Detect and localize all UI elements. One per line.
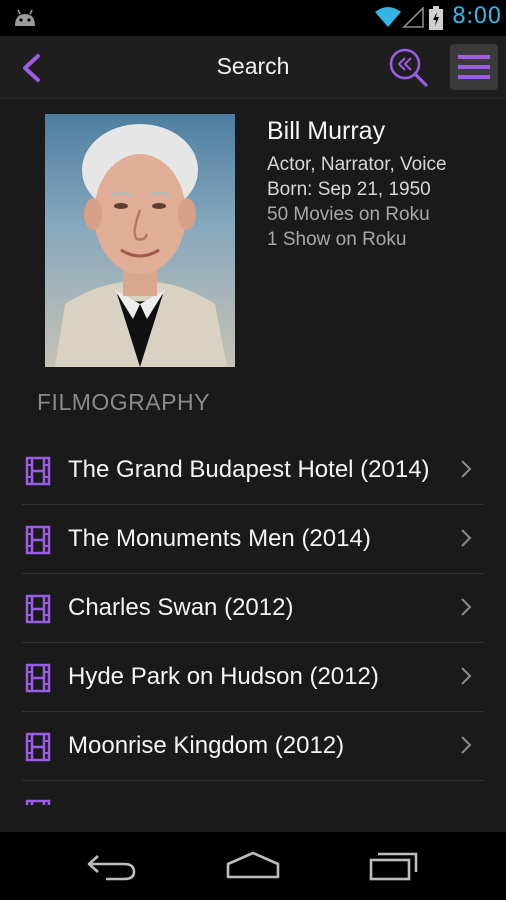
- signal-icon: [402, 7, 424, 28]
- chevron-right-icon: [461, 598, 472, 616]
- action-bar: Search: [0, 36, 506, 99]
- search-icon[interactable]: [388, 48, 430, 88]
- list-item[interactable]: Moonrise Kingdom (2012): [22, 712, 484, 781]
- list-item[interactable]: Hyde Park on Hudson (2012): [22, 643, 484, 712]
- film-strip-icon: [25, 456, 51, 486]
- chevron-right-icon: [461, 460, 472, 478]
- list-item[interactable]: [22, 781, 484, 805]
- person-photo: [45, 114, 235, 367]
- chevron-right-icon: [461, 667, 472, 685]
- list-item[interactable]: Charles Swan (2012): [22, 574, 484, 643]
- navigation-bar: [0, 832, 506, 900]
- back-nav-icon[interactable]: [86, 852, 138, 882]
- menu-button[interactable]: [450, 44, 498, 90]
- film-title: Hyde Park on Hudson (2012): [68, 663, 379, 690]
- person-name: Bill Murray: [267, 117, 386, 145]
- list-item[interactable]: The Monuments Men (2014): [22, 505, 484, 574]
- home-nav-icon[interactable]: [225, 850, 281, 880]
- chevron-right-icon: [461, 736, 472, 754]
- wifi-icon: [375, 7, 401, 27]
- page-title: Search: [216, 53, 290, 79]
- film-strip-icon: [25, 525, 51, 555]
- film-strip-icon: [25, 799, 51, 805]
- hamburger-menu-icon: [458, 55, 490, 79]
- recent-apps-icon[interactable]: [368, 849, 420, 881]
- person-detail: Bill Murray Actor, Narrator, Voice Born:…: [0, 99, 506, 832]
- film-title: Charles Swan (2012): [68, 594, 294, 621]
- film-title: The Grand Budapest Hotel (2014): [68, 456, 430, 483]
- chevron-right-icon: [461, 529, 472, 547]
- film-strip-icon: [25, 594, 51, 624]
- person-roles: Actor, Narrator, Voice: [267, 154, 447, 175]
- movies-count: 50 Movies on Roku: [267, 204, 430, 225]
- film-title: The Monuments Men (2014): [68, 525, 371, 552]
- filmography-heading: FILMOGRAPHY: [37, 389, 210, 415]
- status-bar: 8:00: [0, 0, 506, 36]
- shows-count: 1 Show on Roku: [267, 229, 407, 250]
- list-item[interactable]: The Grand Budapest Hotel (2014): [22, 436, 484, 505]
- filmography-list: The Grand Budapest Hotel (2014) The Monu…: [22, 436, 484, 805]
- person-info: Bill Murray Actor, Narrator, Voice Born:…: [267, 117, 497, 252]
- film-strip-icon: [25, 732, 51, 762]
- person-birthdate: Born: Sep 21, 1950: [267, 179, 431, 200]
- android-icon: [15, 9, 35, 26]
- film-title: Moonrise Kingdom (2012): [68, 732, 345, 759]
- battery-icon: [429, 6, 443, 30]
- status-clock: 8:00: [452, 4, 502, 29]
- film-strip-icon: [25, 663, 51, 693]
